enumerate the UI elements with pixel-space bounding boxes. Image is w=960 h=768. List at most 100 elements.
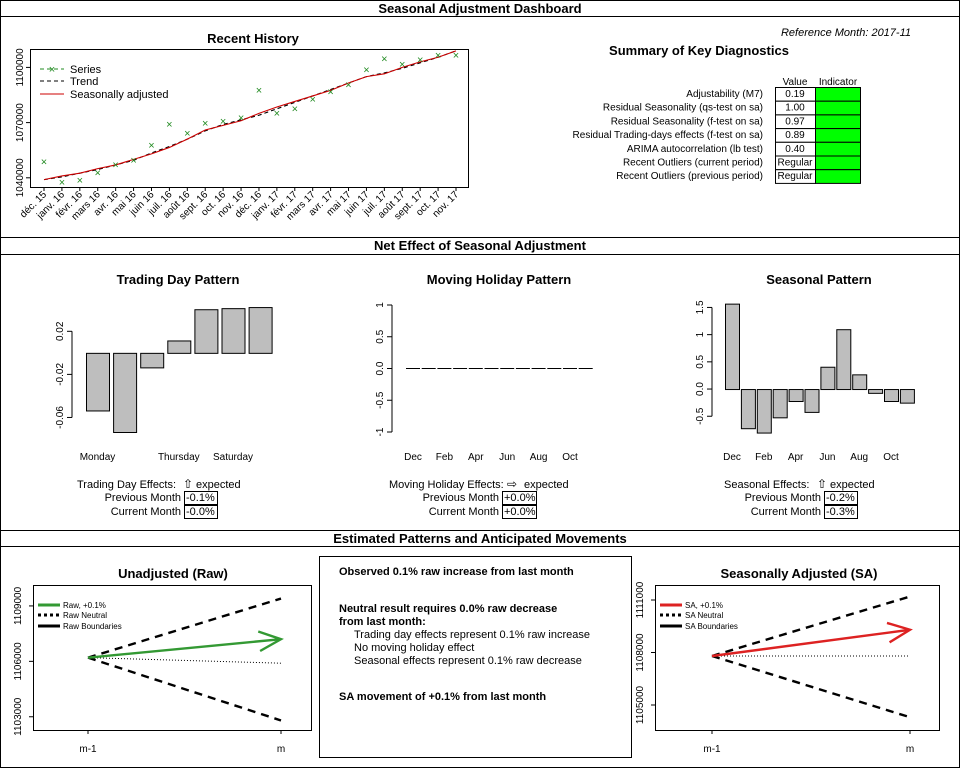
y-tick-label: 1109000 bbox=[13, 586, 24, 625]
y-tick-label: -0.06 bbox=[55, 406, 66, 429]
y-tick-label: 0.0 bbox=[375, 361, 386, 375]
previous-month-value: -0.2% bbox=[826, 492, 855, 504]
effects-box: Seasonal Effects: ⇧ expected Previous Mo… bbox=[724, 477, 875, 519]
data-point-series: × bbox=[130, 155, 136, 167]
current-month-label: Current Month bbox=[429, 506, 499, 518]
bar bbox=[788, 389, 804, 403]
y-tick-label: -0.02 bbox=[55, 363, 66, 386]
y-tick-label: 0.5 bbox=[695, 354, 706, 368]
data-point-series: × bbox=[184, 128, 190, 140]
bullet-moving-holiday: No moving holiday effect bbox=[354, 642, 474, 654]
plot-area: 1105000 1108000 1111000 m-1 m bbox=[635, 581, 914, 755]
chart-title: Recent History bbox=[207, 31, 300, 46]
boundary-line bbox=[711, 595, 911, 658]
chart-title: Seasonal Pattern bbox=[766, 272, 872, 287]
bar bbox=[884, 389, 899, 403]
x-tick-label: Thursday bbox=[158, 452, 200, 463]
y-tick-label: -0.5 bbox=[695, 407, 706, 425]
neutral-text-2: from last month: bbox=[339, 616, 426, 628]
legend-label-raw: Raw, +0.1% bbox=[63, 601, 106, 610]
x-tick-label: Saturday bbox=[213, 452, 253, 463]
effects-expected: expected bbox=[830, 479, 875, 491]
summary-row-label: Adjustability (M7) bbox=[686, 89, 763, 100]
x-tick-label: Aug bbox=[850, 452, 868, 463]
summary-row-label: Recent Outliers (current period) bbox=[623, 158, 763, 169]
summary-row-value: 0.89 bbox=[785, 130, 805, 141]
neutral-line bbox=[87, 657, 282, 664]
effects-expected: expected bbox=[524, 479, 569, 491]
bar bbox=[852, 374, 868, 391]
x-tick-label: Feb bbox=[436, 452, 454, 463]
moving-holiday-chart: Moving Holiday Pattern -1 -0.5 0.0 0.5 1 Dec F… bbox=[375, 272, 593, 519]
current-month-value: -0.3% bbox=[826, 506, 855, 518]
boundary-line bbox=[87, 656, 282, 722]
x-tick-label: m-1 bbox=[703, 744, 721, 755]
effects-expected: expected bbox=[196, 479, 241, 491]
legend-label-neutral: Raw Neutral bbox=[63, 611, 107, 620]
data-point-series: × bbox=[148, 140, 154, 152]
effects-label: Moving Holiday Effects: bbox=[389, 479, 504, 491]
recent-history-chart: Recent History déc. 15janv. 16févr. 16ma… bbox=[15, 31, 469, 223]
neutral-text-1: Neutral result requires 0.0% raw decreas… bbox=[339, 603, 557, 615]
arrow-up-icon: ⇧ bbox=[817, 477, 827, 491]
plot-area: -0.5 0.0 0.5 1 1.5 Dec Feb Apr Jun Aug Oct bbox=[695, 300, 915, 463]
data-point-series: × bbox=[381, 54, 387, 66]
legend: SA, +0.1% SA Neutral SA Boundaries bbox=[660, 601, 738, 631]
previous-month-label: Previous Month bbox=[105, 492, 181, 504]
summary-row-value: Regular bbox=[777, 158, 813, 169]
data-point-series: × bbox=[453, 50, 459, 62]
summary-row-label: Residual Seasonality (f-test on sa) bbox=[611, 116, 763, 127]
seasonal-chart: Seasonal Pattern -0.5 0.0 0.5 1 1.5 Dec Feb Apr… bbox=[695, 272, 915, 519]
y-tick-label: 1100000 bbox=[15, 48, 26, 87]
trading-day-chart: Trading Day Pattern -0.06 -0.02 0.02 Monday… bbox=[55, 272, 273, 519]
y-tick-label: 0.5 bbox=[375, 329, 386, 343]
data-point-series: × bbox=[327, 87, 333, 99]
summary-indicator-cell bbox=[815, 87, 861, 102]
y-tick-label: 1111000 bbox=[635, 581, 646, 618]
previous-month-label: Previous Month bbox=[423, 492, 499, 504]
bar bbox=[899, 389, 915, 404]
summary-indicator-cell bbox=[815, 141, 861, 157]
section-title-patterns: Estimated Patterns and Anticipated Movem… bbox=[333, 531, 627, 546]
bar bbox=[756, 389, 772, 434]
summary-row-value: 0.97 bbox=[785, 116, 805, 127]
summary-row-label: Residual Seasonality (qs-test on sa) bbox=[603, 103, 763, 114]
legend-label-boundaries: SA Boundaries bbox=[685, 622, 738, 631]
legend-label-sa: Seasonally adjusted bbox=[70, 89, 168, 101]
legend-label-sa: SA, +0.1% bbox=[685, 601, 723, 610]
y-tick-label: 1 bbox=[695, 331, 706, 337]
boundary-line bbox=[711, 654, 911, 719]
legend-label-trend: Trend bbox=[70, 76, 98, 88]
y-tick-label: -0.5 bbox=[375, 391, 386, 409]
summary-col-indicator: Indicator bbox=[819, 77, 858, 88]
series-line-sa bbox=[43, 50, 457, 181]
data-point-series: × bbox=[435, 50, 441, 62]
data-point-series: × bbox=[363, 65, 369, 77]
diagnostics-summary: Summary of Key Diagnostics Value Indicat… bbox=[573, 43, 861, 184]
y-tick-label: 1106000 bbox=[13, 642, 24, 681]
chart-title: Unadjusted (Raw) bbox=[118, 566, 228, 581]
bar bbox=[868, 389, 884, 394]
plot-area: -1 -0.5 0.0 0.5 1 Dec Feb Apr Jun Aug Oct bbox=[375, 302, 593, 463]
summary-row-label: Residual Trading-days effects (f-test on… bbox=[573, 130, 763, 141]
x-tick-label: Feb bbox=[755, 452, 773, 463]
data-point-series: × bbox=[292, 103, 298, 115]
arrow-right-icon: ⇨ bbox=[507, 477, 517, 491]
y-tick-label: 0.02 bbox=[55, 321, 66, 341]
bar bbox=[804, 389, 820, 413]
movement-arrow bbox=[711, 628, 911, 658]
y-tick-label: 1040000 bbox=[15, 158, 26, 197]
legend: × Series Trend Seasonally adjusted bbox=[40, 64, 168, 101]
x-tick-label: Jun bbox=[819, 452, 835, 463]
bar bbox=[86, 352, 110, 412]
data-point-series: × bbox=[112, 159, 118, 171]
bullet-seasonal: Seasonal effects represent 0.1% raw decr… bbox=[354, 655, 582, 667]
data-point-series: × bbox=[202, 118, 208, 130]
chart-title: Trading Day Pattern bbox=[117, 272, 240, 287]
data-point-series: × bbox=[417, 55, 423, 67]
summary-indicator-cell bbox=[815, 114, 861, 130]
observed-text: Observed 0.1% raw increase from last mon… bbox=[339, 566, 574, 578]
bar bbox=[836, 329, 852, 391]
x-tick-label: Dec bbox=[723, 452, 741, 463]
plot-area: 1103000 1106000 1109000 m-1 m bbox=[13, 586, 285, 755]
